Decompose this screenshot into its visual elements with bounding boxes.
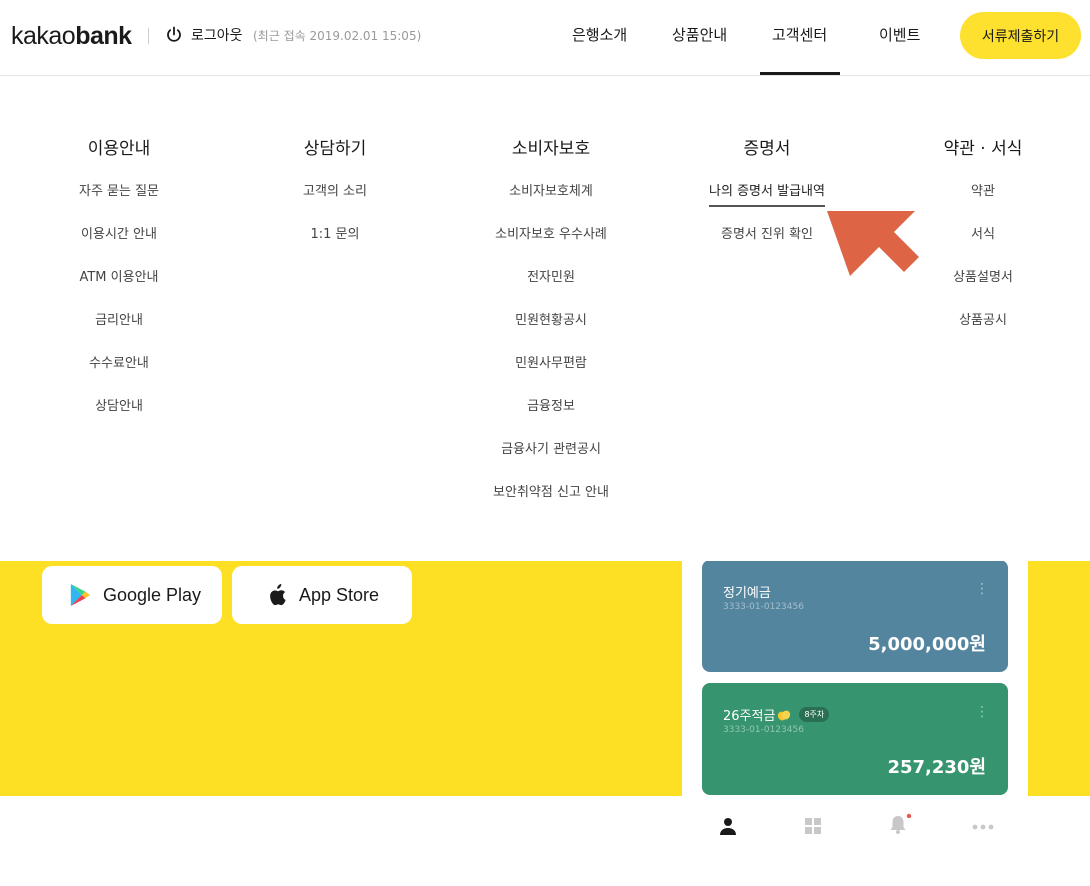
menu-column-usage-guide: 이용안내 자주 묻는 질문 이용시간 안내 ATM 이용안내 금리안내 수수료안… (0, 138, 239, 438)
phone-mockup: 정기예금 3333-01-0123456 5,000,000원 ⋮ 26주적금 … (682, 540, 1028, 884)
person-icon[interactable] (719, 817, 737, 835)
menu-column-consumer-protection: 소비자보호 소비자보호체계 소비자보호 우수사례 전자민원 민원현황공시 민원사… (431, 138, 671, 524)
menu-item-product-disclosure[interactable]: 상품공시 (959, 312, 1007, 334)
menu-column-title: 상담하기 (303, 139, 367, 159)
menu-item-my-certificate-history[interactable]: 나의 증명서 발급내역 (709, 183, 825, 207)
account-number: 3333-01-0123456 (723, 725, 804, 735)
power-icon[interactable] (166, 26, 182, 44)
menu-item-hours[interactable]: 이용시간 안내 (81, 226, 157, 248)
account-balance: 5,000,000원 (868, 634, 986, 655)
menu-item-e-complaint[interactable]: 전자민원 (527, 269, 575, 291)
menu-item-financial-info[interactable]: 금융정보 (527, 398, 575, 420)
menu-item-security-report[interactable]: 보안취약점 신고 안내 (493, 484, 609, 506)
week-badge: 8주차 (799, 707, 830, 722)
account-name: 정기예금 (723, 586, 771, 601)
menu-item-one-on-one[interactable]: 1:1 문의 (311, 226, 360, 248)
logo-kakao: kakao (11, 22, 76, 50)
clap-emoji-icon (778, 710, 791, 720)
menu-item-forms[interactable]: 서식 (971, 226, 995, 248)
menu-item-interest-rates[interactable]: 금리안내 (95, 312, 143, 334)
menu-item-atm[interactable]: ATM 이용안내 (79, 269, 158, 291)
apple-icon (270, 584, 286, 606)
more-vertical-icon: ⋮ (975, 704, 989, 720)
menu-column-title: 이용안내 (87, 139, 151, 159)
customer-center-dropdown: 이용안내 자주 묻는 질문 이용시간 안내 ATM 이용안내 금리안내 수수료안… (0, 76, 1090, 561)
nav-events[interactable]: 이벤트 (879, 24, 920, 45)
menu-item-complaint-handbook[interactable]: 민원사무편람 (515, 355, 587, 377)
account-card-savings: 26주적금 8주차 3333-01-0123456 257,230원 ⋮ (702, 683, 1008, 795)
app-store-label: App Store (299, 584, 380, 605)
nav-active-indicator (760, 72, 840, 75)
more-vertical-icon: ⋮ (975, 581, 989, 597)
google-play-icon (70, 584, 91, 606)
submit-documents-button[interactable]: 서류제출하기 (960, 12, 1081, 59)
last-login-info: (최근 접속 2019.02.01 15:05) (253, 29, 422, 43)
google-play-label: Google Play (103, 584, 202, 605)
menu-item-consult-guide[interactable]: 상담안내 (95, 398, 143, 420)
logout-link[interactable]: 로그아웃 (191, 25, 243, 45)
account-number: 3333-01-0123456 (723, 602, 804, 612)
nav-bank-intro[interactable]: 은행소개 (572, 24, 627, 45)
grid-icon[interactable] (804, 817, 822, 835)
menu-column-title: 증명서 (743, 139, 791, 159)
menu-item-customer-voice[interactable]: 고객의 소리 (303, 183, 367, 205)
menu-item-complaint-status[interactable]: 민원현황공시 (515, 312, 587, 334)
kakaobank-logo[interactable]: kakaobank (11, 22, 132, 51)
menu-item-certificate-verify[interactable]: 증명서 진위 확인 (721, 226, 813, 248)
more-horizontal-icon[interactable] (972, 824, 994, 830)
notification-bell-icon[interactable] (888, 813, 912, 835)
site-header: kakaobank 로그아웃 (최근 접속 2019.02.01 15:05) … (0, 0, 1090, 76)
nav-customer-center[interactable]: 고객센터 (772, 24, 827, 45)
account-card-deposit: 정기예금 3333-01-0123456 5,000,000원 ⋮ (702, 560, 1008, 672)
google-play-button[interactable]: Google Play (42, 566, 222, 624)
account-balance: 257,230원 (887, 757, 986, 778)
menu-item-fees[interactable]: 수수료안내 (89, 355, 149, 377)
nav-products[interactable]: 상품안내 (672, 24, 727, 45)
menu-column-consult: 상담하기 고객의 소리 1:1 문의 (215, 138, 455, 266)
menu-column-title: 소비자보호 (511, 139, 591, 159)
logo-bank: bank (75, 22, 132, 50)
menu-column-title: 약관 · 서식 (943, 139, 1023, 159)
header-divider (148, 28, 149, 44)
menu-item-faq[interactable]: 자주 묻는 질문 (79, 183, 159, 205)
account-name: 26주적금 8주차 (723, 705, 830, 724)
menu-item-protection-system[interactable]: 소비자보호체계 (509, 183, 593, 205)
menu-item-fraud-notice[interactable]: 금융사기 관련공시 (501, 441, 601, 463)
menu-item-terms[interactable]: 약관 (971, 183, 995, 205)
menu-item-product-description[interactable]: 상품설명서 (953, 269, 1013, 291)
app-store-button[interactable]: App Store (232, 566, 412, 624)
menu-item-protection-cases[interactable]: 소비자보호 우수사례 (495, 226, 607, 248)
pointer-arrow-icon (827, 211, 919, 276)
